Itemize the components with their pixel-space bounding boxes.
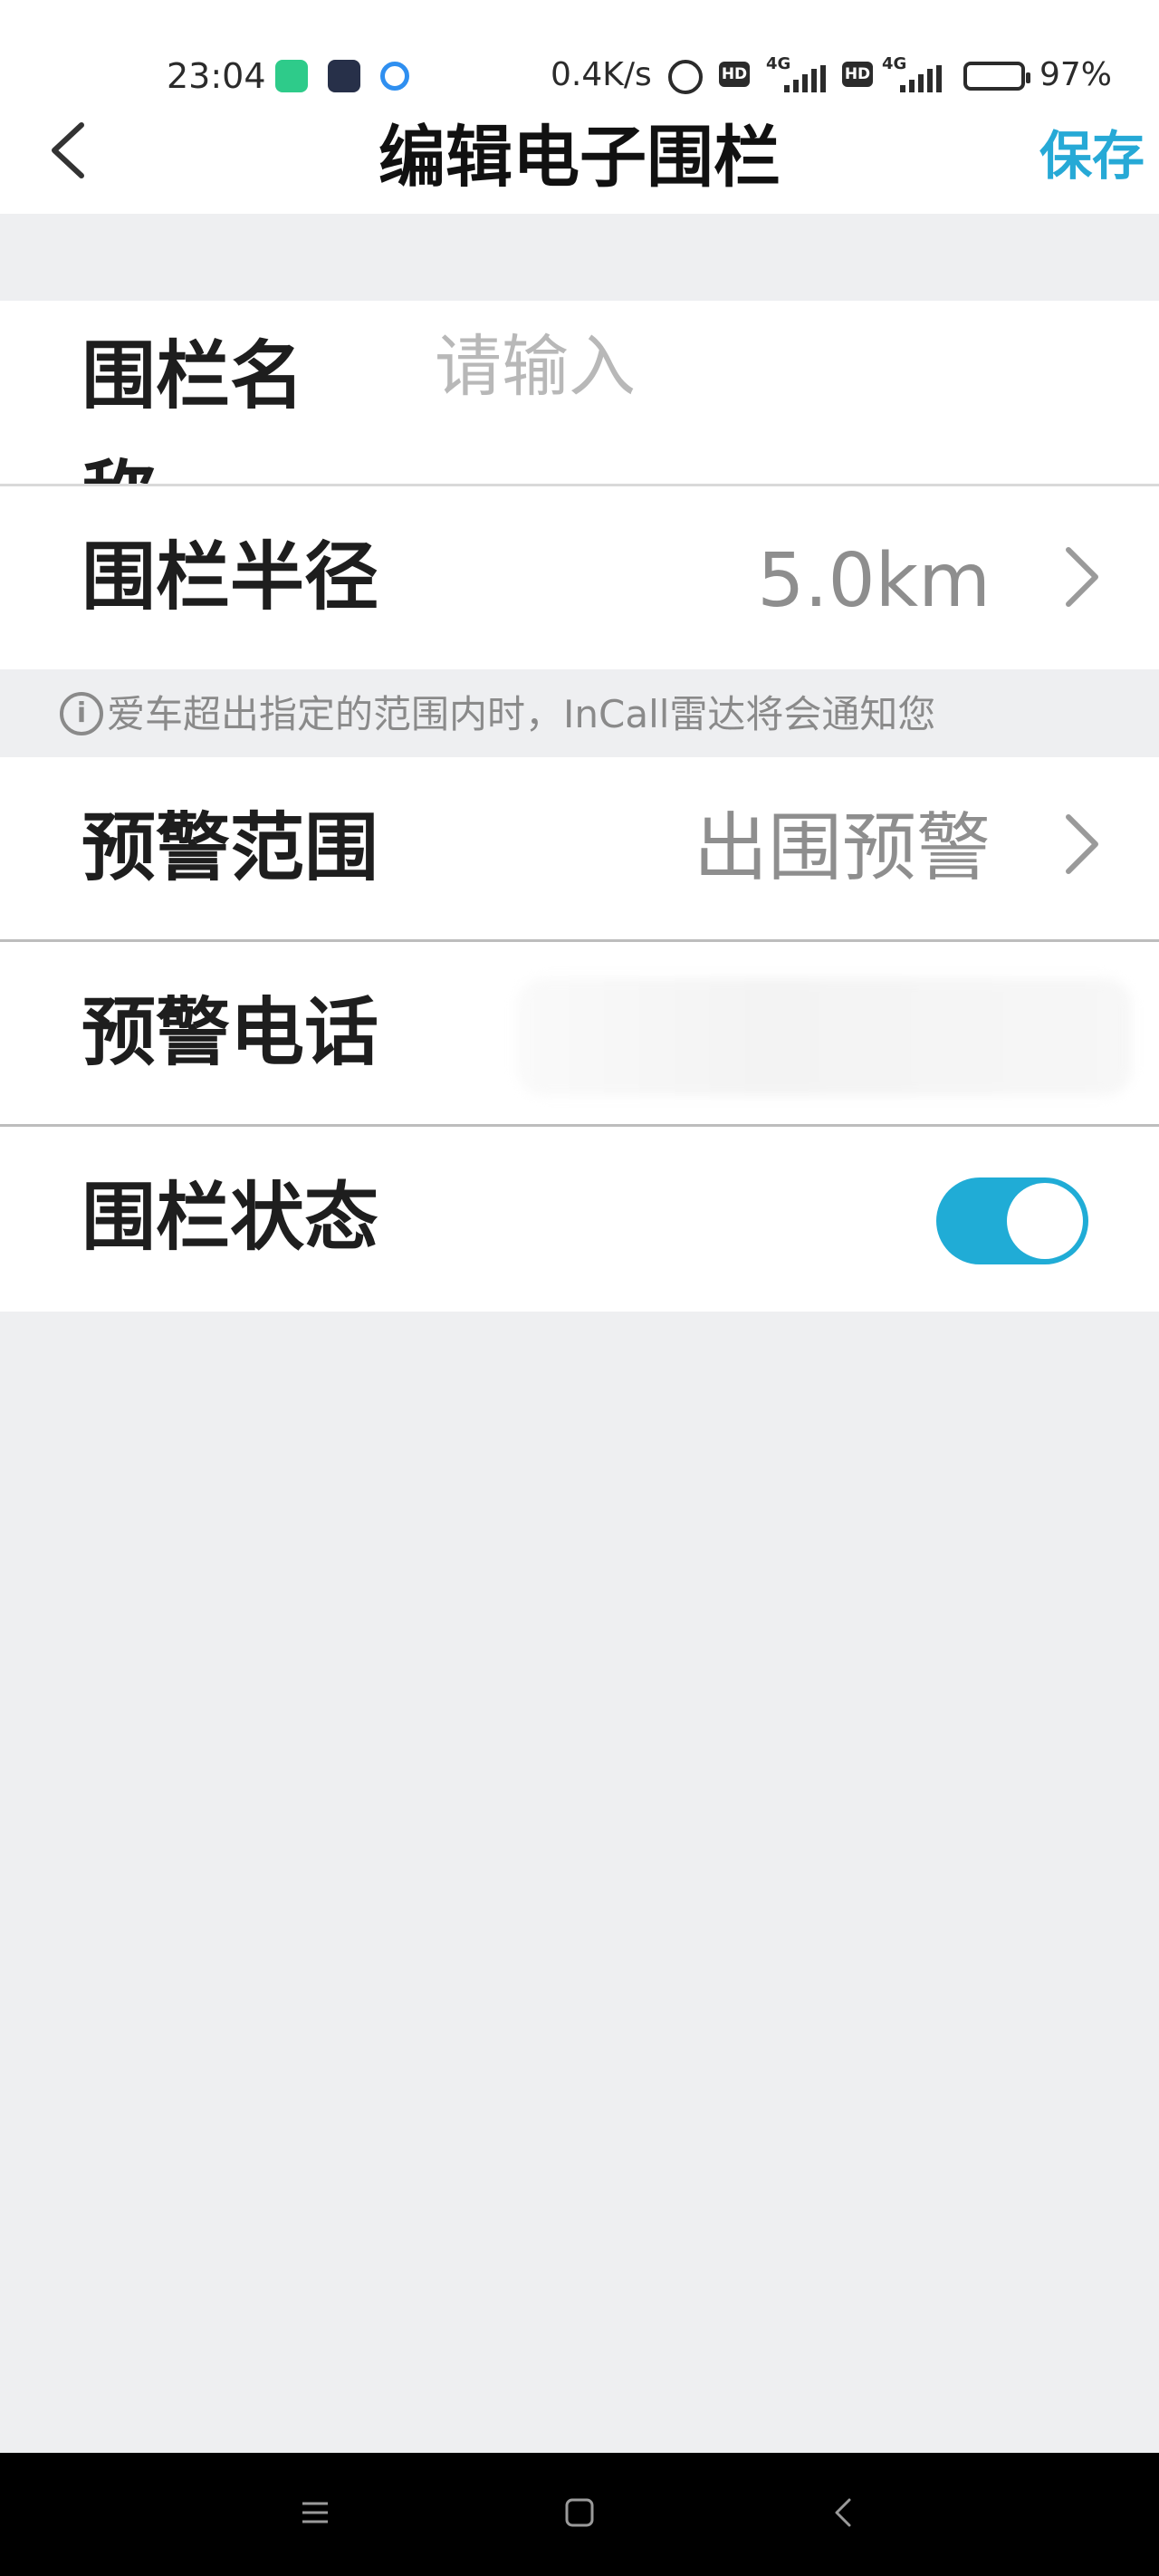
network-speed: 0.4K/s [551,56,652,93]
fence-status-toggle[interactable] [936,1177,1088,1264]
status-time: 23:04 [167,56,266,96]
back-icon[interactable] [824,2493,864,2533]
fence-radius-row[interactable]: 围栏半径 5.0km [0,486,1159,669]
system-nav-bar [0,2453,1159,2576]
fence-name-input[interactable] [435,317,1068,417]
signal-icon [784,65,826,92]
alert-phone-row[interactable]: 预警电话 [0,942,1159,1124]
info-icon: i [60,692,103,735]
fence-radius-label: 围栏半径 [81,534,379,620]
alert-range-row[interactable]: 预警范围 出围预警 [0,757,1159,939]
fence-status-row: 围栏状态 [0,1127,1159,1312]
alert-range-label: 预警范围 [81,805,379,891]
page: 23:04 0.4K/s HD 4G HD 4G 97% 编辑电子围栏 保存 围… [0,0,1159,2576]
fence-name-label: 围栏名称 [81,333,305,484]
app-green-bolt-icon [275,60,308,92]
radius-hint: i 爱车超出指定的范围内时，InCall雷达将会通知您 [0,670,1159,757]
fence-radius-value: 5.0km [757,538,991,624]
menu-icon[interactable] [295,2493,335,2533]
hd-badge: HD [842,62,873,87]
home-icon[interactable] [560,2493,599,2533]
obscured-phone-value [516,978,1132,1096]
hd-badge: HD [719,62,750,87]
fence-status-label: 围栏状态 [81,1175,379,1261]
incall-app-icon [328,60,360,92]
chevron-right-icon [1066,814,1098,874]
alert-phone-label: 预警电话 [81,990,379,1076]
alarm-icon [668,60,703,94]
header: 编辑电子围栏 保存 [0,109,1159,214]
signal-icon [900,65,942,92]
toggle-knob [1007,1183,1083,1259]
alert-range-value: 出围预警 [693,805,991,891]
battery-icon [963,62,1030,91]
page-title: 编辑电子围栏 [378,119,781,197]
status-bar: 23:04 0.4K/s HD 4G HD 4G 97% [0,0,1159,109]
hint-text: 爱车超出指定的范围内时，InCall雷达将会通知您 [107,692,936,736]
battery-percent: 97% [1039,56,1113,93]
chevron-right-icon [1066,547,1098,607]
save-button[interactable]: 保存 [1039,118,1145,194]
blue-ring-app-icon [380,62,409,91]
